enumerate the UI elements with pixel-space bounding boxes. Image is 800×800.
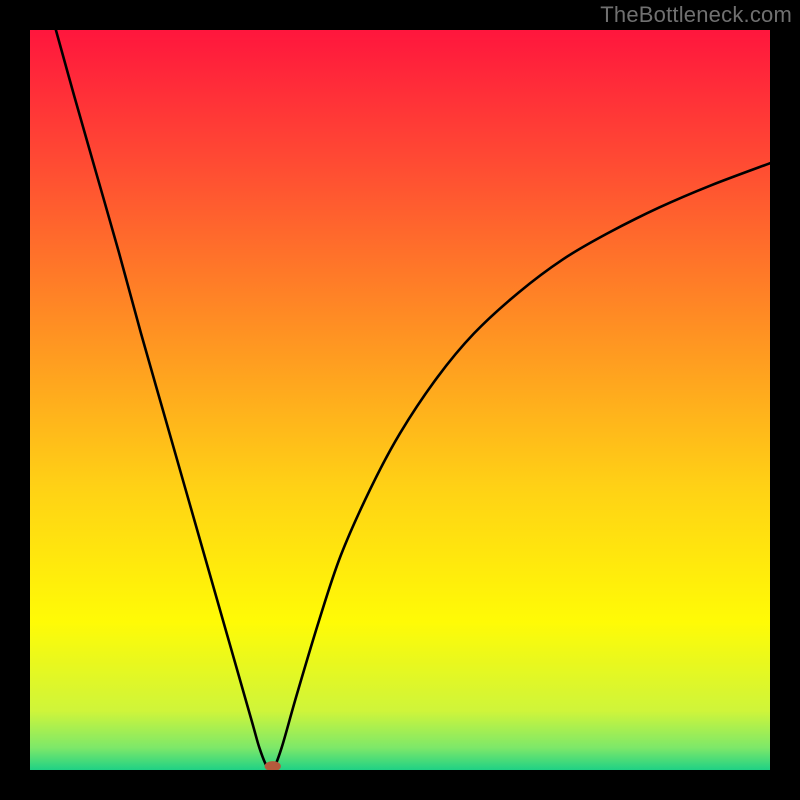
plot-frame — [30, 30, 770, 770]
watermark-text: TheBottleneck.com — [600, 2, 792, 28]
figure-container: TheBottleneck.com — [0, 0, 800, 800]
chart-background — [30, 30, 770, 770]
chart-svg — [30, 30, 770, 770]
